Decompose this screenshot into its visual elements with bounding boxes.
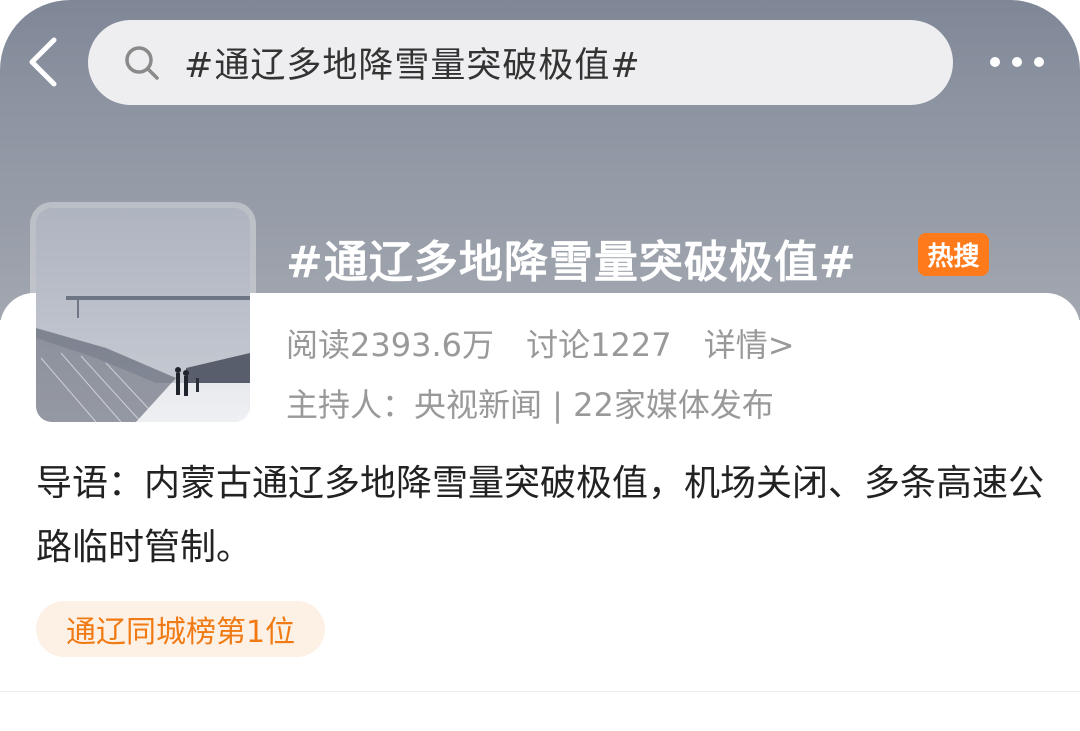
topic-thumbnail-image[interactable] (36, 208, 250, 422)
topic-title: #通辽多地降雪量突破极值# (286, 237, 857, 288)
city-rank-pill[interactable]: 通辽同城榜第1位 (36, 601, 326, 657)
search-bar[interactable]: #通辽多地降雪量突破极值# (88, 20, 953, 105)
more-button[interactable] (982, 42, 1052, 82)
search-query-text: #通辽多地降雪量突破极值# (184, 46, 641, 86)
topic-intro: 导语：内蒙古通辽多地降雪量突破极值，机场关闭、多条高速公路临时管制。 (36, 463, 1045, 568)
section-divider (0, 691, 1080, 692)
hot-search-badge: 热搜 (918, 233, 989, 276)
host-info: 主持人：央视新闻 | 22家媒体发布 (286, 386, 774, 424)
topic-stats: 阅读2393.6万 讨论1227 详情> (286, 320, 817, 366)
back-arrow-icon (29, 37, 57, 87)
details-link[interactable]: 详情> (704, 326, 795, 364)
topic-thumbnail-frame (30, 202, 256, 428)
read-count: 阅读2393.6万 (286, 326, 494, 364)
search-icon (122, 43, 162, 83)
discussion-count: 讨论1227 (526, 326, 672, 364)
back-button[interactable] (18, 28, 68, 96)
topic-page: #通辽多地降雪量突破极值# #通辽多地降雪量突破极值# 热搜 阅读2393.6万… (0, 0, 1080, 731)
more-dots-icon (990, 57, 1044, 67)
